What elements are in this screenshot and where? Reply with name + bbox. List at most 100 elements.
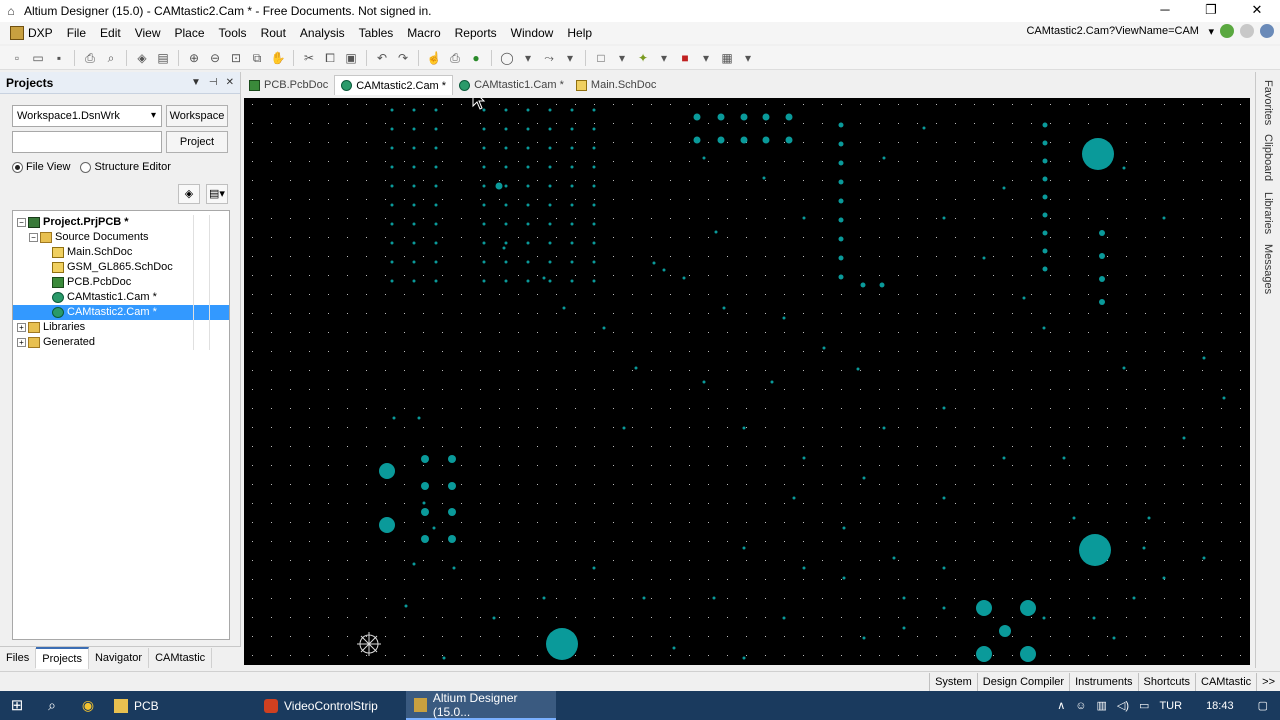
redo-icon[interactable]: ↷	[394, 49, 412, 67]
tab-camtastic[interactable]: CAMtastic	[149, 647, 213, 668]
via[interactable]	[412, 108, 416, 112]
menu-file[interactable]: File	[60, 22, 93, 44]
clock[interactable]: 18:43	[1192, 700, 1248, 712]
via[interactable]	[592, 184, 596, 188]
zoom-out-icon[interactable]: ⊖	[206, 49, 224, 67]
lasso-select-icon[interactable]: ◯	[498, 49, 516, 67]
pad[interactable]	[421, 535, 429, 543]
pad[interactable]	[421, 482, 429, 490]
pad[interactable]	[421, 455, 429, 463]
viewname-dropdown-icon[interactable]: ▾	[1208, 25, 1214, 38]
via[interactable]	[504, 127, 508, 131]
via[interactable]	[482, 127, 486, 131]
chrome-icon[interactable]: ◉	[70, 691, 106, 720]
tray-people-icon[interactable]: ☺	[1075, 700, 1086, 712]
via[interactable]	[392, 416, 396, 420]
tree-item[interactable]: CAMtastic1.Cam *	[13, 290, 229, 305]
via[interactable]	[838, 274, 844, 280]
via[interactable]	[482, 222, 486, 226]
via[interactable]	[412, 260, 416, 264]
via[interactable]	[492, 616, 496, 620]
via[interactable]	[942, 496, 946, 500]
via[interactable]	[390, 108, 394, 112]
via[interactable]	[942, 216, 946, 220]
via[interactable]	[770, 380, 774, 384]
via[interactable]	[1147, 516, 1151, 520]
undo-icon[interactable]: ↶	[373, 49, 391, 67]
via[interactable]	[482, 241, 486, 245]
via[interactable]	[1042, 212, 1048, 218]
via[interactable]	[592, 203, 596, 207]
via[interactable]	[434, 127, 438, 131]
via[interactable]	[838, 141, 844, 147]
save-icon[interactable]: ▪	[50, 49, 68, 67]
layers-icon[interactable]: ◈	[133, 49, 151, 67]
via[interactable]	[570, 241, 574, 245]
via[interactable]	[542, 276, 546, 280]
via[interactable]	[782, 316, 786, 320]
via[interactable]	[390, 184, 394, 188]
status-instruments[interactable]: Instruments	[1069, 672, 1137, 691]
open-icon[interactable]: ▭	[29, 49, 47, 67]
via[interactable]	[526, 241, 530, 245]
via[interactable]	[1042, 158, 1048, 164]
via[interactable]	[1022, 296, 1026, 300]
via[interactable]	[838, 217, 844, 223]
action-center-icon[interactable]: ▢	[1258, 699, 1268, 712]
via[interactable]	[526, 184, 530, 188]
via[interactable]	[922, 126, 926, 130]
restore-icon[interactable]: ❐	[1188, 0, 1234, 22]
via[interactable]	[504, 222, 508, 226]
via[interactable]	[1202, 356, 1206, 360]
via[interactable]	[662, 268, 666, 272]
via[interactable]	[842, 576, 846, 580]
pad[interactable]	[976, 600, 992, 616]
doc-tab-camtastic2[interactable]: CAMtastic2.Cam *	[334, 75, 454, 95]
via[interactable]	[1162, 576, 1166, 580]
menu-view[interactable]: View	[128, 22, 168, 44]
project-button[interactable]: Project	[166, 131, 228, 153]
via[interactable]	[802, 456, 806, 460]
via[interactable]	[482, 146, 486, 150]
via[interactable]	[622, 426, 626, 430]
paste-icon[interactable]: ▣	[342, 49, 360, 67]
side-tab-libraries[interactable]: Libraries	[1258, 192, 1274, 234]
via[interactable]	[412, 279, 416, 283]
tab-projects[interactable]: Projects	[36, 646, 89, 669]
via[interactable]	[502, 246, 506, 250]
via[interactable]	[434, 241, 438, 245]
via[interactable]	[592, 146, 596, 150]
via[interactable]	[434, 203, 438, 207]
side-tab-favorites[interactable]: Favorites	[1258, 80, 1274, 125]
status-camtastic[interactable]: CAMtastic	[1195, 672, 1256, 691]
via[interactable]	[526, 165, 530, 169]
grid-icon[interactable]: ▦	[718, 49, 736, 67]
via[interactable]	[860, 282, 866, 288]
panel-close-icon[interactable]: ✕	[226, 77, 234, 88]
via[interactable]	[526, 279, 530, 283]
menu-edit[interactable]: Edit	[93, 22, 128, 44]
tab-navigator[interactable]: Navigator	[89, 647, 150, 668]
expand-icon[interactable]: +	[17, 323, 26, 332]
via[interactable]	[1099, 276, 1105, 282]
via[interactable]	[592, 127, 596, 131]
pan-icon[interactable]: ✋	[269, 49, 287, 67]
document-options-icon[interactable]: ▤▾	[206, 184, 228, 204]
component-icon[interactable]: ✦	[634, 49, 652, 67]
viewname-select[interactable]: CAMtastic2.Cam?ViewName=CAM	[1026, 25, 1202, 37]
taskbar-app-pcb[interactable]: PCB	[106, 691, 256, 720]
via[interactable]	[838, 160, 844, 166]
status-shortcuts[interactable]: Shortcuts	[1137, 672, 1195, 691]
dropdown-arrow-icon[interactable]: ▾	[561, 49, 579, 67]
close-icon[interactable]: ✕	[1234, 0, 1280, 22]
collapse-icon[interactable]: −	[17, 218, 26, 227]
via[interactable]	[1092, 616, 1096, 620]
tree-item[interactable]: + Generated	[13, 335, 229, 350]
mounting-pad[interactable]	[1082, 138, 1114, 170]
zoom-in-icon[interactable]: ⊕	[185, 49, 203, 67]
pad[interactable]	[1020, 600, 1036, 616]
via[interactable]	[892, 556, 896, 560]
via[interactable]	[1042, 616, 1046, 620]
pad[interactable]	[448, 482, 456, 490]
menu-window[interactable]: Window	[504, 22, 561, 44]
